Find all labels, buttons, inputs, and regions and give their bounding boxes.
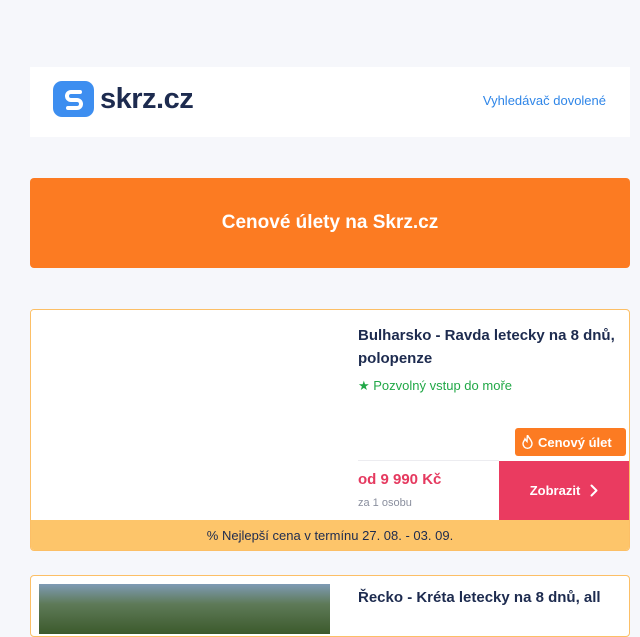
- offer-image[interactable]: [31, 310, 331, 520]
- offer-image[interactable]: [39, 584, 330, 634]
- price-box: od 9 990 Kč za 1 osobu: [358, 460, 499, 521]
- chevron-right-icon: [590, 484, 598, 497]
- offer-title[interactable]: Řecko - Kréta letecky na 8 dnů, all: [358, 589, 601, 606]
- badge-label: Cenový úlet: [538, 434, 612, 450]
- show-offer-button[interactable]: Zobrazit: [499, 461, 629, 520]
- show-offer-button-label: Zobrazit: [529, 483, 581, 498]
- offer-feature: ★ Pozvolný vstup do moře: [358, 378, 513, 393]
- price-deal-badge: Cenový úlet: [515, 428, 626, 456]
- vacation-search-link[interactable]: Vyhledávač dovolené: [483, 93, 606, 108]
- offer-title[interactable]: Bulharsko - Ravda letecky na 8 dnů, polo…: [358, 324, 620, 370]
- offer-card[interactable]: Řecko - Kréta letecky na 8 dnů, all: [30, 575, 630, 637]
- banner-title: Cenové úlety na Skrz.cz: [221, 212, 439, 233]
- offer-price: od 9 990 Kč: [358, 471, 442, 488]
- best-price-strip: % Nejlepší cena v termínu 27. 08. - 03. …: [31, 520, 629, 550]
- skrz-logo-icon: [53, 81, 94, 117]
- flame-icon: [522, 435, 533, 449]
- offer-card[interactable]: Bulharsko - Ravda letecky na 8 dnů, polo…: [30, 309, 630, 551]
- price-deals-banner: Cenové úlety na Skrz.cz: [30, 178, 630, 268]
- skrz-logo[interactable]: skrz.cz: [53, 81, 194, 117]
- logo-text: skrz.cz: [100, 83, 194, 115]
- price-note: za 1 osobu: [358, 497, 412, 509]
- site-header: skrz.cz Vyhledávač dovolené: [30, 67, 630, 137]
